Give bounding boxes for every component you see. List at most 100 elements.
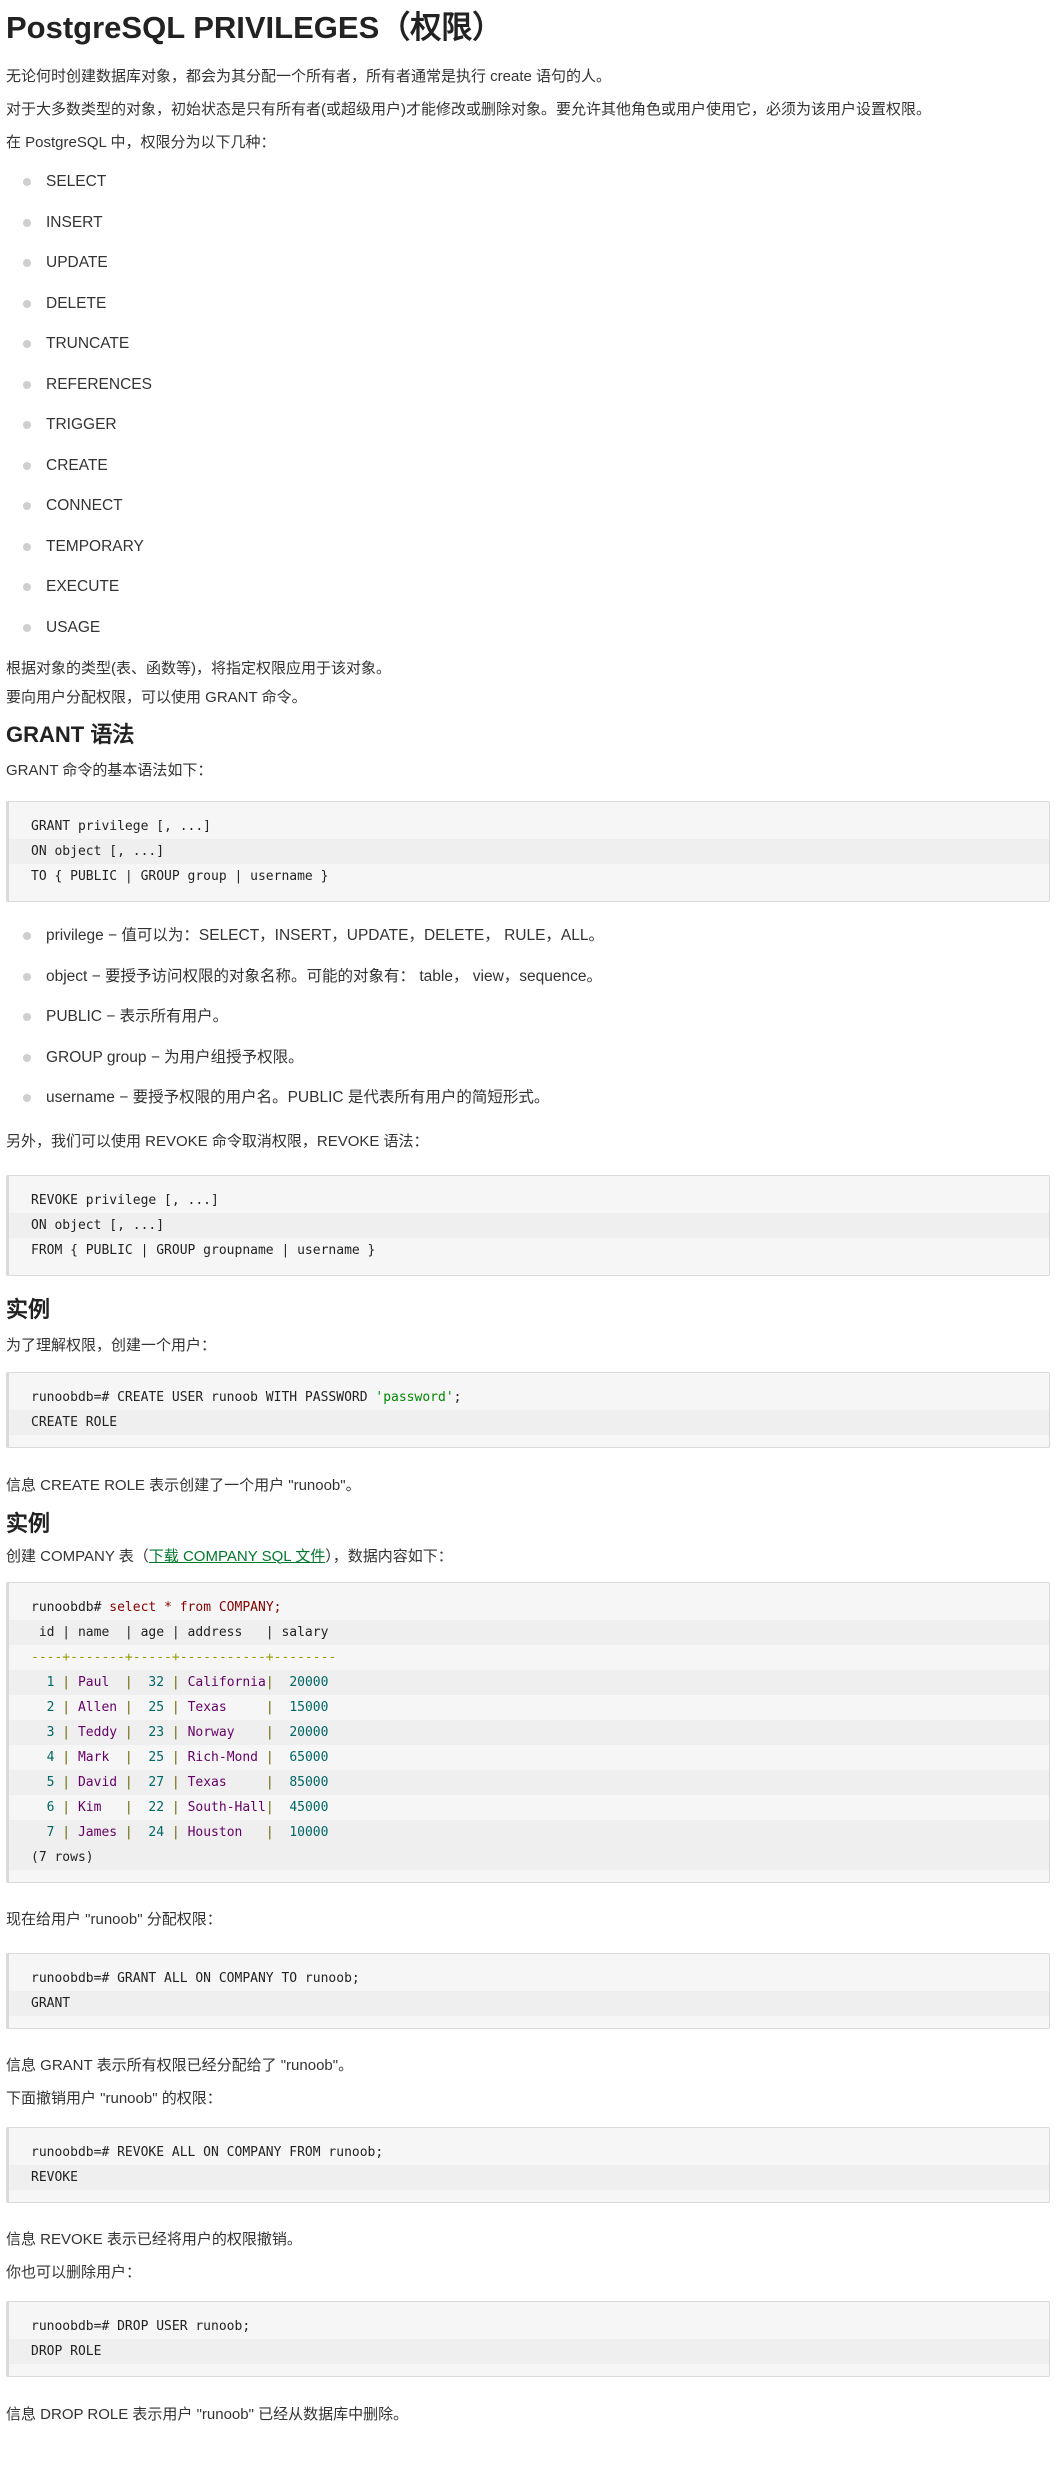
page-title: PostgreSQL PRIVILEGES（权限）: [6, 10, 504, 45]
paragraph: 创建 COMPANY 表（下载 COMPANY SQL 文件），数据内容如下：: [6, 1547, 453, 1565]
code-block-company-table: runoobdb# select * from COMPANY; id | na…: [6, 1581, 1050, 1883]
table-row: 3 | Teddy | 23 | Norway | 20000: [9, 1719, 1049, 1745]
cell-name: David: [77, 1774, 118, 1790]
list-item: CREATE: [6, 446, 1050, 487]
table-row: 2 | Allen | 25 | Texas | 15000: [31, 1699, 329, 1715]
paragraph: 要向用户分配权限，可以使用 GRANT 命令。: [6, 689, 307, 706]
code-line: ON object [, ...]: [9, 839, 1049, 864]
list-item: DELETE: [6, 284, 1050, 325]
paragraph: 你也可以删除用户：: [6, 2263, 142, 2281]
list-item: TRIGGER: [6, 405, 1050, 446]
code-line: CREATE ROLE: [9, 1409, 1049, 1435]
cell-address: Houston: [187, 1824, 266, 1840]
cell-id: 6: [31, 1799, 55, 1815]
cell-name: Paul: [77, 1674, 118, 1690]
cell-id: 1: [31, 1674, 55, 1690]
code-line: ON object [, ...]: [9, 1212, 1049, 1238]
code-block-grant-all: runoobdb=# GRANT ALL ON COMPANY TO runoo…: [6, 1952, 1050, 2029]
cell-address: Rich-Mond: [187, 1749, 266, 1765]
cell-name: Kim: [77, 1799, 118, 1815]
code-line: runoobdb=# CREATE USER runoob WITH PASSW…: [31, 1389, 462, 1405]
cell-address: Texas: [187, 1774, 266, 1790]
list-item: GROUP group − 为用户组授予权限。: [6, 1038, 1050, 1079]
list-item: USAGE: [6, 608, 1050, 649]
code-block-drop-user: runoobdb=# DROP USER runoob; DROP ROLE: [6, 2300, 1050, 2377]
cell-age: 23: [140, 1724, 165, 1740]
section-heading-example: 实例: [6, 1296, 51, 1322]
code-line: REVOKE: [9, 2164, 1049, 2190]
paragraph: 下面撤销用户 "runoob" 的权限：: [6, 2089, 222, 2107]
table-row: 1 | Paul | 32 | California| 20000: [9, 1669, 1049, 1695]
section-heading-example: 实例: [6, 1510, 51, 1536]
intro-paragraph: 无论何时创建数据库对象，都会为其分配一个所有者，所有者通常是执行 create …: [6, 68, 612, 85]
paragraph: 现在给用户 "runoob" 分配权限：: [6, 1910, 222, 1928]
code-line: FROM { PUBLIC | GROUP groupname | userna…: [31, 1242, 376, 1258]
cell-age: 25: [140, 1749, 165, 1765]
download-sql-link[interactable]: 下载 COMPANY SQL 文件: [149, 1548, 325, 1565]
list-item: username − 要授予权限的用户名。PUBLIC 是代表所有用户的简短形式…: [6, 1078, 1050, 1119]
cell-address: Texas: [187, 1699, 266, 1715]
paragraph: 信息 GRANT 表示所有权限已经分配给了 "runoob"。: [6, 2056, 354, 2074]
cell-id: 7: [31, 1824, 55, 1840]
cell-name: Teddy: [77, 1724, 118, 1740]
cell-name: James: [77, 1824, 118, 1840]
intro-paragraph: 在 PostgreSQL 中，权限分为以下几种：: [6, 134, 276, 151]
cell-age: 27: [140, 1774, 165, 1790]
table-row: 5 | David | 27 | Texas | 85000: [9, 1769, 1049, 1795]
code-block-create-user: runoobdb=# CREATE USER runoob WITH PASSW…: [6, 1371, 1050, 1448]
cell-salary: 20000: [281, 1674, 329, 1690]
table-row: 6 | Kim | 22 | South-Hall| 45000: [31, 1799, 329, 1815]
cell-salary: 85000: [281, 1774, 329, 1790]
table-row: 4 | Mark | 25 | Rich-Mond | 65000: [31, 1749, 329, 1765]
code-line: GRANT privilege [, ...]: [31, 819, 212, 834]
cell-salary: 45000: [281, 1799, 329, 1815]
list-item: UPDATE: [6, 243, 1050, 284]
privilege-list: SELECT INSERT UPDATE DELETE TRUNCATE REF…: [6, 162, 1050, 648]
grant-params-list: privilege − 值可以为：SELECT，INSERT，UPDATE，DE…: [6, 916, 1050, 1119]
cell-salary: 15000: [281, 1699, 329, 1715]
code-line: DROP ROLE: [9, 2338, 1049, 2364]
company-table-rows: 1 | Paul | 32 | California| 20000 2 | Al…: [9, 1669, 1049, 1845]
paragraph: 另外，我们可以使用 REVOKE 命令取消权限，REVOKE 语法：: [6, 1132, 429, 1150]
cell-salary: 20000: [281, 1724, 329, 1740]
list-item: privilege − 值可以为：SELECT，INSERT，UPDATE，DE…: [6, 916, 1050, 957]
cell-id: 5: [31, 1774, 55, 1790]
paragraph: 信息 DROP ROLE 表示用户 "runoob" 已经从数据库中删除。: [6, 2405, 409, 2423]
cell-age: 24: [140, 1824, 165, 1840]
paragraph: 根据对象的类型(表、函数等)，将指定权限应用于该对象。: [6, 660, 391, 677]
list-item: TEMPORARY: [6, 527, 1050, 568]
code-line: (7 rows): [9, 1844, 1049, 1870]
cell-address: California: [187, 1674, 266, 1690]
list-item: TRUNCATE: [6, 324, 1050, 365]
code-line: runoobdb=# REVOKE ALL ON COMPANY FROM ru…: [31, 2144, 384, 2160]
cell-age: 22: [140, 1799, 165, 1815]
code-line: runoobdb# select * from COMPANY;: [31, 1599, 282, 1615]
paragraph: 信息 CREATE ROLE 表示创建了一个用户 "runoob"。: [6, 1476, 361, 1494]
code-line: runoobdb=# GRANT ALL ON COMPANY TO runoo…: [31, 1970, 360, 1986]
list-item: REFERENCES: [6, 365, 1050, 406]
list-item: PUBLIC − 表示所有用户。: [6, 997, 1050, 1038]
cell-id: 4: [31, 1749, 55, 1765]
cell-id: 2: [31, 1699, 55, 1715]
code-line: id | name | age | address | salary: [9, 1619, 1049, 1645]
code-line: REVOKE privilege [, ...]: [31, 1192, 219, 1208]
cell-name: Mark: [77, 1749, 118, 1765]
intro-paragraph: 对于大多数类型的对象，初始状态是只有所有者(或超级用户)才能修改或删除对象。要允…: [6, 101, 931, 118]
article: PostgreSQL PRIVILEGES（权限） 无论何时创建数据库对象，都会…: [0, 0, 1056, 2439]
code-line: GRANT: [9, 1990, 1049, 2016]
cell-salary: 65000: [281, 1749, 329, 1765]
cell-id: 3: [31, 1724, 55, 1740]
cell-name: Allen: [77, 1699, 118, 1715]
paragraph: GRANT 命令的基本语法如下：: [6, 762, 213, 779]
code-line: runoobdb=# DROP USER runoob;: [31, 2318, 251, 2334]
code-block-revoke-all: runoobdb=# REVOKE ALL ON COMPANY FROM ru…: [6, 2126, 1050, 2203]
list-item: CONNECT: [6, 486, 1050, 527]
code-block-revoke-syntax: REVOKE privilege [, ...] ON object [, ..…: [6, 1174, 1050, 1276]
table-row: 7 | James | 24 | Houston | 10000: [9, 1819, 1049, 1845]
cell-address: South-Hall: [187, 1799, 266, 1815]
list-item: SELECT: [6, 162, 1050, 203]
section-heading-grant: GRANT 语法: [6, 722, 135, 747]
list-item: EXECUTE: [6, 567, 1050, 608]
cell-age: 25: [140, 1699, 165, 1715]
code-line: TO { PUBLIC | GROUP group | username }: [31, 869, 329, 884]
